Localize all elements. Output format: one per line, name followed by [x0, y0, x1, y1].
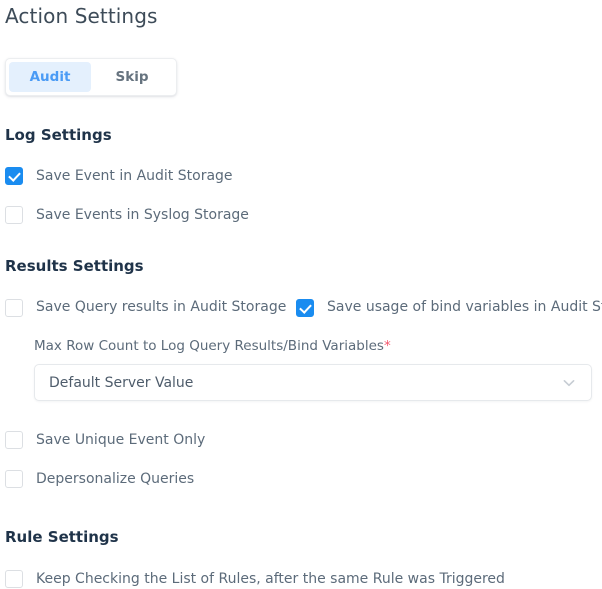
- checkbox-row-save-event-audit-storage[interactable]: Save Event in Audit Storage: [5, 166, 596, 186]
- page-title: Action Settings: [5, 4, 158, 28]
- checkbox-save-bind-variables[interactable]: [296, 298, 314, 317]
- section-heading-rule-settings: Rule Settings: [5, 528, 119, 546]
- tab-audit[interactable]: Audit: [9, 62, 91, 92]
- checkbox-save-query-results[interactable]: [5, 298, 23, 317]
- max-row-count-field: Max Row Count to Log Query Results/Bind …: [5, 337, 596, 401]
- checkbox-row-save-bind-variables[interactable]: Save usage of bind variables in Audit St…: [296, 298, 602, 317]
- checkbox-label-save-bind-variables: Save usage of bind variables in Audit St…: [327, 299, 602, 315]
- checkbox-save-event-audit-storage[interactable]: [5, 167, 23, 185]
- max-row-count-label-text: Max Row Count to Log Query Results/Bind …: [34, 338, 384, 354]
- required-marker: *: [383, 338, 391, 354]
- max-row-count-label: Max Row Count to Log Query Results/Bind …: [34, 337, 592, 355]
- checkbox-row-keep-checking-rules[interactable]: Keep Checking the List of Rules, after t…: [5, 569, 596, 589]
- section-heading-log-settings: Log Settings: [5, 126, 112, 144]
- checkbox-label-save-event-audit-storage: Save Event in Audit Storage: [36, 167, 233, 184]
- checkbox-save-events-syslog-storage[interactable]: [5, 206, 23, 224]
- tab-skip[interactable]: Skip: [91, 62, 173, 92]
- checkbox-keep-checking-rules[interactable]: [5, 570, 23, 588]
- checkbox-label-save-unique-event-only: Save Unique Event Only: [36, 431, 206, 448]
- checkbox-label-keep-checking-rules: Keep Checking the List of Rules, after t…: [36, 570, 505, 587]
- checkbox-row-depersonalize-queries[interactable]: Depersonalize Queries: [5, 469, 596, 489]
- max-row-count-select[interactable]: Default Server Value: [34, 364, 592, 401]
- checkbox-save-unique-event-only[interactable]: [5, 431, 23, 449]
- checkbox-row-save-query-results[interactable]: Save Query results in Audit Storage: [5, 298, 296, 317]
- checkbox-label-save-events-syslog-storage: Save Events in Syslog Storage: [36, 206, 249, 223]
- checkbox-depersonalize-queries[interactable]: [5, 470, 23, 488]
- checkbox-row-save-events-syslog-storage[interactable]: Save Events in Syslog Storage: [5, 205, 596, 225]
- action-type-tabs: Audit Skip: [5, 58, 177, 96]
- chevron-down-icon: [561, 375, 577, 391]
- results-options-row: Save Query results in Audit Storage Save…: [5, 298, 602, 317]
- max-row-count-select-value: Default Server Value: [49, 374, 194, 391]
- section-heading-results-settings: Results Settings: [5, 257, 144, 275]
- checkbox-label-depersonalize-queries: Depersonalize Queries: [36, 470, 195, 487]
- action-settings-page: Action Settings Audit Skip Log Settings …: [0, 0, 602, 588]
- checkbox-row-save-unique-event-only[interactable]: Save Unique Event Only: [5, 430, 596, 450]
- checkbox-label-save-query-results: Save Query results in Audit Storage: [36, 299, 287, 315]
